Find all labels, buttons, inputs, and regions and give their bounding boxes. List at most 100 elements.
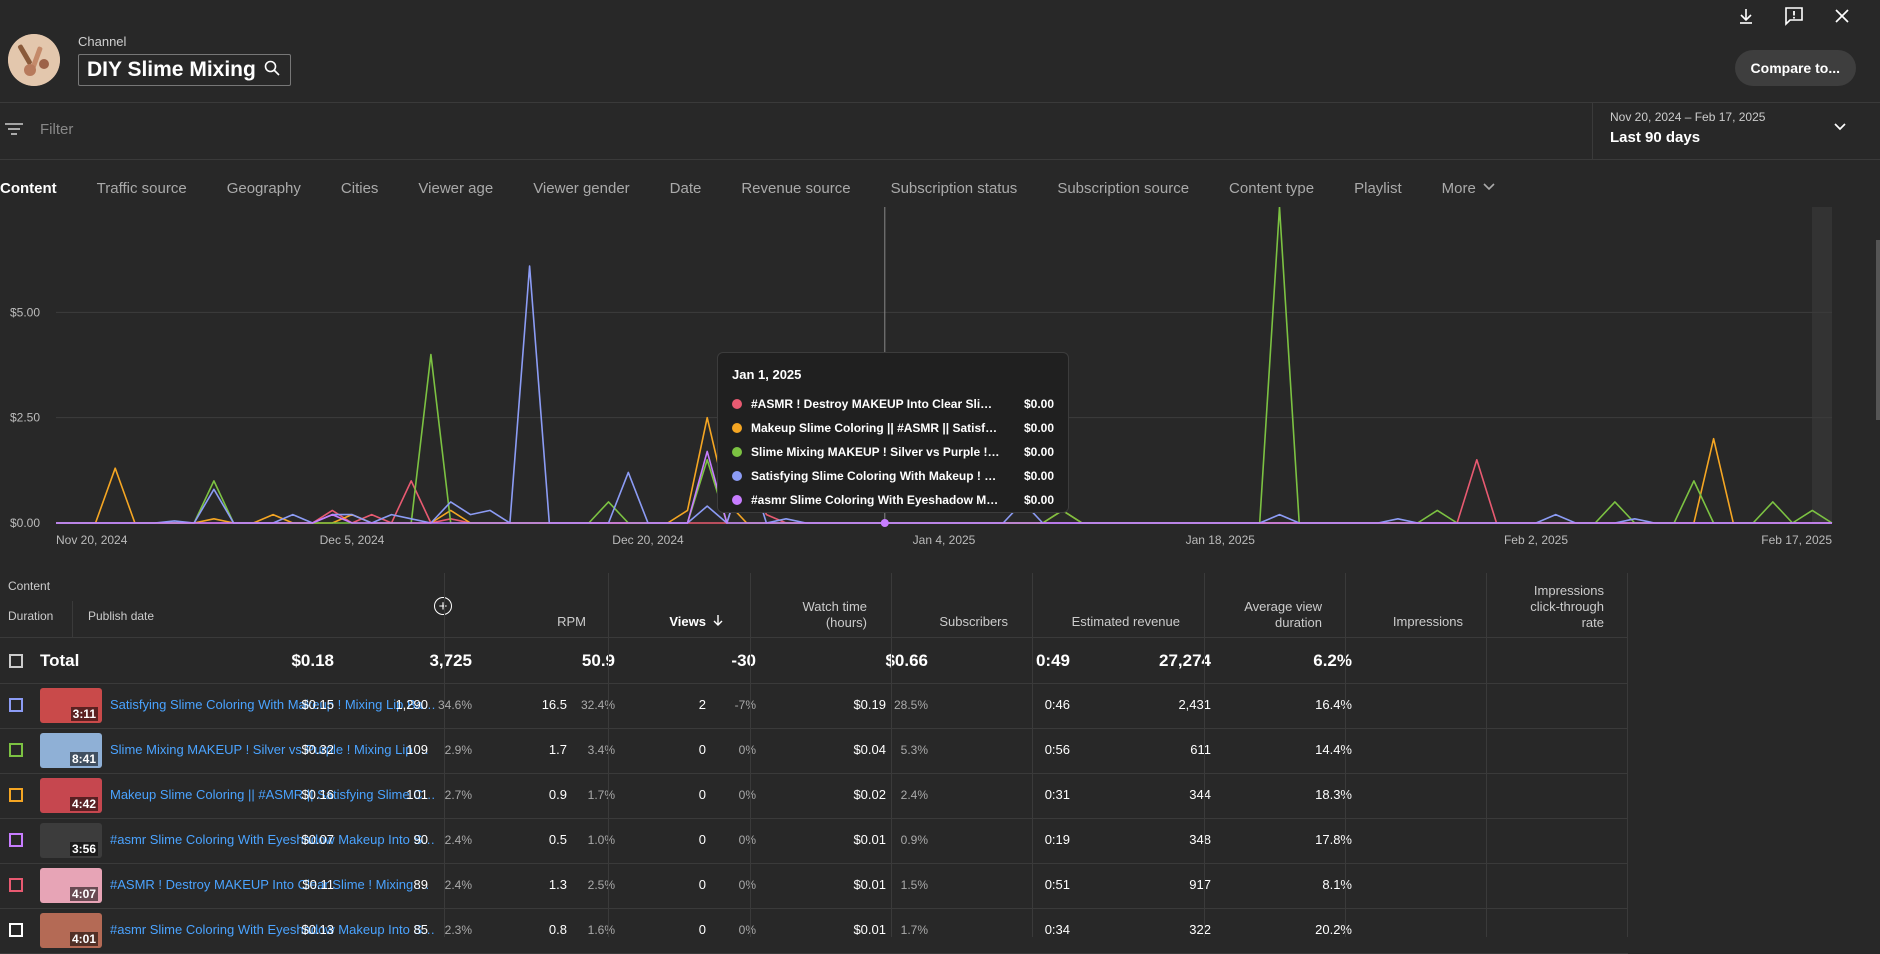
add-column-icon[interactable]: + [434,597,452,615]
video-title-link[interactable]: Satisfying Slime Coloring With Makeup ! … [110,697,436,712]
channel-selector[interactable]: DIY Slime Mixing [78,54,291,86]
avd-header-line2: duration [1275,615,1322,630]
video-title-link[interactable]: Makeup Slime Coloring || #ASMR || Satisf… [110,787,436,802]
row-watch-pct: 1.7% [587,788,615,802]
search-icon[interactable] [264,60,280,81]
video-thumbnail[interactable]: 3:11 [40,688,102,723]
impressions-header[interactable]: Impressions [1393,614,1463,630]
tooltip-row-label: Satisfying Slime Coloring With Makeup ! … [751,469,1001,483]
download-icon[interactable] [1732,2,1760,30]
tab-content-type[interactable]: Content type [1229,180,1314,197]
row-ctr: 18.3% [1315,787,1352,802]
tab-cities[interactable]: Cities [341,180,379,197]
tooltip-row: Satisfying Slime Coloring With Makeup ! … [732,464,1054,488]
close-icon[interactable] [1828,2,1856,30]
publish-date-header[interactable]: Publish date [88,609,154,623]
video-duration: 3:56 [69,842,98,856]
tab-geography[interactable]: Geography [227,180,301,197]
select-all-checkbox[interactable] [9,654,23,668]
row-watch-pct: 3.4% [587,743,615,757]
table-row[interactable]: 4:07 #ASMR ! Destroy MAKEUP Into Clear Sl… [0,863,1628,909]
table-row[interactable]: 4:01 #asmr Slime Coloring With Eyeshadow … [0,908,1628,954]
tooltip-row-value: $0.00 [1023,469,1054,483]
row-impressions: 611 [1190,742,1211,757]
tab-playlist[interactable]: Playlist [1354,180,1402,197]
row-checkbox[interactable] [9,878,23,892]
duration-header[interactable]: Duration [8,609,53,623]
tab-traffic-source[interactable]: Traffic source [97,180,187,197]
page-scrollbar[interactable] [1876,240,1880,420]
video-duration: 4:01 [69,932,98,946]
tab-viewer-gender[interactable]: Viewer gender [533,180,629,197]
tooltip-row: Makeup Slime Coloring || #ASMR || Satisf… [732,416,1054,440]
series-color-dot [732,423,742,433]
row-views: 90 [413,832,428,847]
tab-viewer-age[interactable]: Viewer age [418,180,493,197]
row-watch-time: 16.5 [541,697,567,712]
video-title-link[interactable]: Slime Mixing MAKEUP ! Silver vs Purple !… [110,742,436,757]
tab-more[interactable]: More [1442,179,1496,197]
row-checkbox[interactable] [9,923,23,937]
video-thumbnail[interactable]: 4:01 [40,913,102,948]
video-title-link[interactable]: #ASMR ! Destroy MAKEUP Into Clear Slime … [110,877,436,892]
views-header[interactable]: Views [669,614,724,630]
row-checkbox[interactable] [9,698,23,712]
row-watch-time: 1.3 [548,877,567,892]
subscribers-header[interactable]: Subscribers [939,614,1008,630]
estimated-revenue-header[interactable]: Estimated revenue [1072,614,1180,630]
date-preset[interactable]: Last 90 days [1610,129,1700,146]
row-avd: 0:56 [1044,742,1070,757]
filter-input[interactable]: Filter [40,121,73,138]
rpm-header[interactable]: RPM [557,614,586,630]
chevron-down-icon[interactable] [1832,118,1848,139]
table-row[interactable]: 3:11 Satisfying Slime Coloring With Makeu… [0,683,1628,729]
row-rpm: $0.07 [301,832,334,847]
column-divider [1627,573,1628,937]
watch-time-header[interactable]: Watch time (hours) [802,599,867,631]
row-subscribers-pct: 0% [738,743,756,757]
views-header-label: Views [669,614,706,629]
tooltip-row-value: $0.00 [1023,397,1054,411]
row-checkbox[interactable] [9,788,23,802]
tab-content[interactable]: Content [0,180,57,197]
tab-revenue-source[interactable]: Revenue source [741,180,850,197]
row-views: 89 [413,877,428,892]
filter-bar[interactable]: Filter [0,103,1880,160]
average-view-duration-header[interactable]: Average view duration [1244,599,1322,631]
channel-avatar[interactable] [8,34,60,86]
ctr-header[interactable]: Impressions click-through rate [1530,583,1604,631]
row-impressions: 344 [1189,787,1211,802]
row-checkbox[interactable] [9,833,23,847]
table-row[interactable]: 8:41 Slime Mixing MAKEUP ! Silver vs Purp… [0,728,1628,774]
row-watch-pct: 1.0% [587,833,615,847]
tooltip-row: #asmr Slime Coloring With Eyeshadow Make… [732,488,1054,512]
table-row[interactable]: 3:56 #asmr Slime Coloring With Eyeshadow … [0,818,1628,864]
tab-date[interactable]: Date [670,180,702,197]
row-revenue: $0.02 [853,787,886,802]
date-range-text[interactable]: Nov 20, 2024 – Feb 17, 2025 [1610,110,1765,124]
ctr-header-line1: Impressions [1533,583,1604,598]
table-row[interactable]: 4:42 Makeup Slime Coloring || #ASMR || Sa… [0,773,1628,819]
video-title-link[interactable]: #asmr Slime Coloring With Eyeshadow Make… [110,922,436,937]
y-tick-label: $0.00 [10,516,40,530]
tooltip-row-label: #asmr Slime Coloring With Eyeshadow Make… [751,493,1001,507]
video-thumbnail[interactable]: 4:07 [40,868,102,903]
video-thumbnail[interactable]: 4:42 [40,778,102,813]
row-watch-time: 1.7 [548,742,567,757]
filter-icon[interactable] [4,121,24,142]
content-header: Content [8,579,51,593]
video-thumbnail[interactable]: 8:41 [40,733,102,768]
feedback-icon[interactable] [1780,2,1808,30]
row-checkbox[interactable] [9,743,23,757]
row-watch-pct: 32.4% [580,698,615,712]
row-revenue: $0.01 [853,922,886,937]
video-duration: 8:41 [69,752,98,766]
compare-to-button[interactable]: Compare to... [1734,50,1856,86]
chart-end-shade [1812,207,1832,523]
tab-subscription-status[interactable]: Subscription status [891,180,1018,197]
row-views-pct: 2.4% [444,878,472,892]
video-thumbnail[interactable]: 3:56 [40,823,102,858]
column-divider [1486,573,1487,937]
video-title-link[interactable]: #asmr Slime Coloring With Eyeshadow Make… [110,832,436,847]
tab-subscription-source[interactable]: Subscription source [1057,180,1189,197]
